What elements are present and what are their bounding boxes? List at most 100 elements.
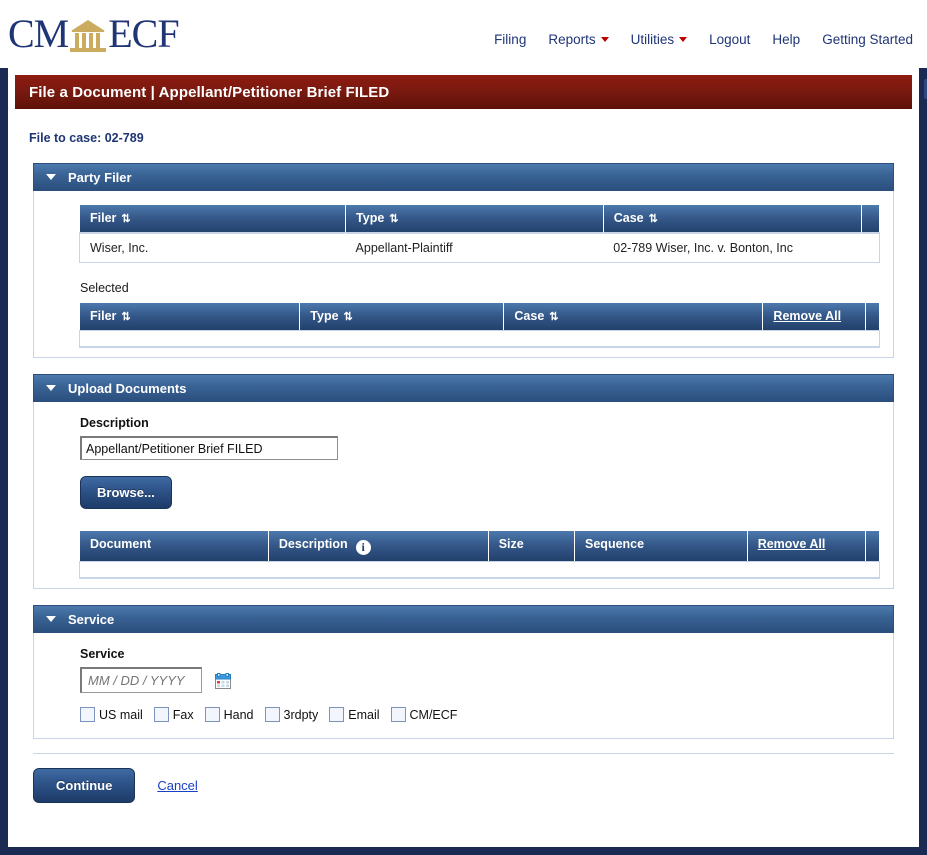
nav-item-getting-started[interactable]: Getting Started bbox=[822, 32, 913, 47]
panel-header-upload-documents[interactable]: Upload Documents bbox=[33, 374, 894, 402]
remove-all-link[interactable]: Remove All bbox=[773, 309, 841, 323]
grid-scrollbar-column[interactable] bbox=[861, 205, 879, 233]
column-header-filer[interactable]: Filer ⇅ bbox=[80, 302, 301, 331]
nav-item-utilities[interactable]: Utilities bbox=[631, 32, 688, 47]
cell-filer: Wiser, Inc. bbox=[80, 232, 346, 263]
nav-label: Filing bbox=[494, 32, 527, 47]
column-header-type[interactable]: Type ⇅ bbox=[345, 205, 604, 233]
column-header-description[interactable]: Description i bbox=[268, 531, 489, 562]
panel-header-service[interactable]: Service bbox=[33, 605, 894, 633]
column-header-type[interactable]: Type ⇅ bbox=[299, 302, 505, 331]
column-label: Case bbox=[514, 308, 545, 323]
sort-updown-icon: ⇅ bbox=[648, 213, 658, 225]
selected-filers-table: Filer ⇅ Type ⇅ Case ⇅ Remove All bbox=[79, 302, 880, 348]
chevron-down-icon bbox=[600, 37, 609, 42]
nav-item-reports[interactable]: Reports bbox=[548, 32, 609, 47]
checkbox-label: 3rdpty bbox=[283, 707, 319, 722]
nav-item-logout[interactable]: Logout bbox=[709, 32, 750, 47]
service-method-cmecf[interactable]: CM/ECF bbox=[390, 707, 458, 722]
checkbox[interactable] bbox=[153, 707, 169, 722]
nav-label: Help bbox=[772, 32, 801, 47]
sort-updown-icon: ⇅ bbox=[389, 213, 398, 225]
cancel-link[interactable]: Cancel bbox=[157, 778, 197, 793]
checkbox[interactable] bbox=[204, 707, 220, 722]
selected-filers-grid-wrap: Filer ⇅ Type ⇅ Case ⇅ Remove All bbox=[34, 302, 893, 348]
chevron-down-icon bbox=[679, 37, 688, 42]
column-label: Sequence bbox=[585, 537, 645, 551]
panel-party-filer: Party Filer Filer ⇅ Type ⇅ Case ⇅ Wiser,… bbox=[33, 163, 894, 358]
sort-updown-icon: ⇅ bbox=[343, 310, 353, 323]
cell-case: 02-789 Wiser, Inc. v. Bonton, Inc bbox=[603, 232, 879, 263]
browse-button[interactable]: Browse... bbox=[80, 476, 172, 509]
table-row-empty bbox=[79, 329, 880, 348]
description-input[interactable] bbox=[80, 436, 338, 460]
caret-down-icon bbox=[46, 616, 56, 622]
grid-scrollbar-column[interactable] bbox=[865, 302, 879, 331]
available-filers-table: Filer ⇅ Type ⇅ Case ⇅ Wiser, Inc. Appellant… bbox=[79, 205, 880, 263]
cell-empty bbox=[80, 330, 879, 347]
grid-scrollbar-column[interactable] bbox=[865, 531, 879, 562]
table-header-row: Filer ⇅ Type ⇅ Case ⇅ bbox=[80, 205, 879, 233]
file-to-case-label: File to case: 02-789 bbox=[29, 131, 144, 145]
courthouse-icon bbox=[69, 14, 107, 54]
sort-updown-icon: ⇅ bbox=[121, 310, 130, 323]
nav-item-filing[interactable]: Filing bbox=[494, 32, 526, 47]
checkbox-label: US mail bbox=[99, 707, 143, 722]
checkbox[interactable] bbox=[390, 707, 406, 722]
checkbox-label: Fax bbox=[172, 707, 194, 722]
column-header-case[interactable]: Case ⇅ bbox=[603, 205, 862, 233]
page-body: File to case: 02-789 Party Filer Filer ⇅ … bbox=[9, 131, 918, 803]
column-label: Description bbox=[278, 537, 348, 551]
logo-text-cm: CM bbox=[8, 11, 69, 56]
remove-all-link[interactable]: Remove All bbox=[758, 537, 826, 551]
column-header-size[interactable]: Size bbox=[488, 531, 576, 562]
column-label: Filer bbox=[90, 308, 117, 323]
column-header-remove-all[interactable]: Remove All bbox=[762, 302, 866, 331]
service-method-email[interactable]: Email bbox=[329, 707, 380, 722]
table-row[interactable]: Wiser, Inc. Appellant-Plaintiff 02-789 W… bbox=[79, 232, 880, 263]
available-filers-grid-wrap: Filer ⇅ Type ⇅ Case ⇅ Wiser, Inc. Appellant… bbox=[34, 205, 893, 263]
nav-label: Logout bbox=[709, 32, 751, 47]
column-label: Case bbox=[613, 211, 644, 225]
checkbox-label: CM/ECF bbox=[409, 707, 458, 722]
continue-button[interactable]: Continue bbox=[33, 768, 136, 803]
service-method-fax[interactable]: Fax bbox=[153, 707, 194, 722]
panel-header-party-filer[interactable]: Party Filer bbox=[33, 163, 894, 191]
panel-title: Party Filer bbox=[68, 169, 132, 185]
nav-label: Reports bbox=[548, 32, 596, 47]
checkbox[interactable] bbox=[329, 707, 345, 722]
column-header-case[interactable]: Case ⇅ bbox=[503, 302, 764, 331]
page-title: File a Document | Appellant/Petitioner B… bbox=[15, 75, 912, 109]
service-method-us-mail[interactable]: US mail bbox=[80, 707, 143, 722]
column-header-filer[interactable]: Filer ⇅ bbox=[80, 205, 347, 233]
nav-item-help[interactable]: Help bbox=[772, 32, 800, 47]
checkbox[interactable] bbox=[80, 707, 95, 722]
checkbox-label: Hand bbox=[223, 707, 254, 722]
service-date-input[interactable] bbox=[80, 667, 202, 693]
description-label: Description bbox=[80, 416, 149, 430]
sort-updown-icon: ⇅ bbox=[121, 213, 130, 225]
cmecf-logo[interactable]: CM ECF bbox=[8, 11, 180, 56]
page-title-text: File a Document | Appellant/Petitioner B… bbox=[29, 83, 390, 101]
cell-empty bbox=[80, 561, 879, 578]
service-method-hand[interactable]: Hand bbox=[204, 707, 254, 722]
caret-down-icon bbox=[46, 174, 56, 180]
column-label: Size bbox=[498, 537, 524, 551]
application-frame: File a Document | Appellant/Petitioner B… bbox=[8, 68, 927, 847]
checkbox-label: Email bbox=[348, 707, 380, 722]
column-header-sequence[interactable]: Sequence bbox=[574, 531, 748, 562]
column-label: Document bbox=[90, 537, 152, 551]
column-label: Type bbox=[356, 211, 385, 225]
service-methods-row: US mail Fax Hand 3rdpty Email CM/ECF bbox=[80, 707, 893, 722]
calendar-icon[interactable] bbox=[214, 673, 231, 692]
info-icon[interactable]: i bbox=[355, 540, 371, 555]
selected-label: Selected bbox=[80, 280, 129, 295]
column-header-document[interactable]: Document bbox=[80, 531, 269, 562]
top-bar: CM ECF Filing Reports Utilities Logout H… bbox=[0, 0, 927, 68]
checkbox[interactable] bbox=[264, 707, 280, 722]
column-label: Type bbox=[310, 308, 339, 323]
column-header-remove-all[interactable]: Remove All bbox=[747, 531, 866, 562]
table-header-row: Document Description i Size Sequence Remo… bbox=[80, 531, 879, 562]
service-method-3rdpty[interactable]: 3rdpty bbox=[264, 707, 319, 722]
panel-title: Upload Documents bbox=[68, 380, 187, 396]
